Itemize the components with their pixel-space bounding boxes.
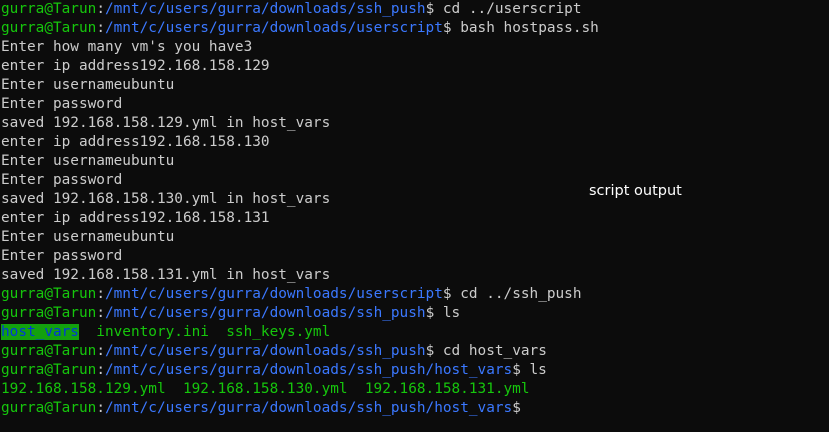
file-entries: inventory.ini ssh_keys.yml (78, 324, 331, 340)
prompt-user: gurra@Tarun (1, 362, 97, 378)
terminal-line: Enter password (0, 171, 829, 190)
prompt-path: /mnt/c/users/gurra/downloads/ssh_push (104, 343, 426, 359)
directory-entry: host_vars (1, 324, 79, 340)
terminal-line: Enter usernameubuntu (0, 76, 829, 95)
output-text: enter ip address192.168.158.130 (1, 134, 270, 150)
terminal-line: host_vars inventory.ini ssh_keys.yml (0, 323, 829, 342)
terminal-line: Enter password (0, 247, 829, 266)
output-text: enter ip address192.168.158.131 (1, 210, 270, 226)
terminal-line: Enter password (0, 95, 829, 114)
prompt-path: /mnt/c/users/gurra/downloads/ssh_push (104, 305, 426, 321)
terminal-line: saved 192.168.158.131.yml in host_vars (0, 266, 829, 285)
terminal-line: Enter usernameubuntu (0, 228, 829, 247)
terminal-line: gurra@Tarun:/mnt/c/users/gurra/downloads… (0, 304, 829, 323)
terminal-line: saved 192.168.158.129.yml in host_vars (0, 114, 829, 133)
prompt-path: /mnt/c/users/gurra/downloads/userscript (104, 20, 443, 36)
prompt-separator: : (96, 400, 105, 416)
prompt-path: /mnt/c/users/gurra/downloads/ssh_push (104, 1, 426, 17)
prompt-command: $ bash hostpass.sh (442, 20, 599, 36)
prompt-user: gurra@Tarun (1, 286, 97, 302)
prompt-command: $ cd ../userscript (425, 1, 582, 17)
script-output-annotation: script output (589, 183, 682, 199)
prompt-path: /mnt/c/users/gurra/downloads/ssh_push/ho… (104, 400, 513, 416)
prompt-command: $ cd host_vars (425, 343, 547, 359)
terminal-line: gurra@Tarun:/mnt/c/users/gurra/downloads… (0, 0, 829, 19)
prompt-command: $ ls (425, 305, 461, 321)
prompt-user: gurra@Tarun (1, 400, 97, 416)
prompt-separator: : (96, 343, 105, 359)
terminal-output[interactable]: gurra@Tarun:/mnt/c/users/gurra/downloads… (0, 0, 829, 432)
output-text: Enter password (1, 172, 123, 188)
terminal-line: Enter how many vm's you have3 (0, 38, 829, 57)
prompt-separator: : (96, 1, 105, 17)
terminal-line: enter ip address192.168.158.131 (0, 209, 829, 228)
file-entries: 192.168.158.129.yml 192.168.158.130.yml … (1, 381, 530, 397)
output-text: saved 192.168.158.131.yml in host_vars (1, 267, 331, 283)
terminal-line: gurra@Tarun:/mnt/c/users/gurra/downloads… (0, 361, 829, 380)
terminal-line: gurra@Tarun:/mnt/c/users/gurra/downloads… (0, 285, 829, 304)
terminal-line: saved 192.168.158.130.yml in host_vars (0, 190, 829, 209)
prompt-separator: : (96, 362, 105, 378)
prompt-separator: : (96, 20, 105, 36)
terminal-line: Enter usernameubuntu (0, 152, 829, 171)
output-text: Enter how many vm's you have3 (1, 39, 253, 55)
prompt-separator: : (96, 305, 105, 321)
prompt-path: /mnt/c/users/gurra/downloads/userscript (104, 286, 443, 302)
prompt-user: gurra@Tarun (1, 20, 97, 36)
output-text: enter ip address192.168.158.129 (1, 58, 270, 74)
terminal-line: gurra@Tarun:/mnt/c/users/gurra/downloads… (0, 399, 829, 418)
prompt-separator: : (96, 286, 105, 302)
terminal-line: gurra@Tarun:/mnt/c/users/gurra/downloads… (0, 19, 829, 38)
output-text: Enter password (1, 248, 123, 264)
output-text: saved 192.168.158.129.yml in host_vars (1, 115, 331, 131)
prompt-path: /mnt/c/users/gurra/downloads/ssh_push/ho… (104, 362, 513, 378)
output-text: Enter password (1, 96, 123, 112)
terminal-line: 192.168.158.129.yml 192.168.158.130.yml … (0, 380, 829, 399)
prompt-command: $ cd ../ssh_push (442, 286, 582, 302)
terminal-line: gurra@Tarun:/mnt/c/users/gurra/downloads… (0, 342, 829, 361)
output-text: Enter usernameubuntu (1, 153, 175, 169)
prompt-user: gurra@Tarun (1, 305, 97, 321)
terminal-line: enter ip address192.168.158.130 (0, 133, 829, 152)
prompt-user: gurra@Tarun (1, 1, 97, 17)
output-text: Enter usernameubuntu (1, 229, 175, 245)
output-text: saved 192.168.158.130.yml in host_vars (1, 191, 331, 207)
prompt-command: $ (512, 400, 530, 416)
prompt-user: gurra@Tarun (1, 343, 97, 359)
prompt-command: $ ls (512, 362, 547, 378)
output-text: Enter usernameubuntu (1, 77, 175, 93)
terminal-line: enter ip address192.168.158.129 (0, 57, 829, 76)
